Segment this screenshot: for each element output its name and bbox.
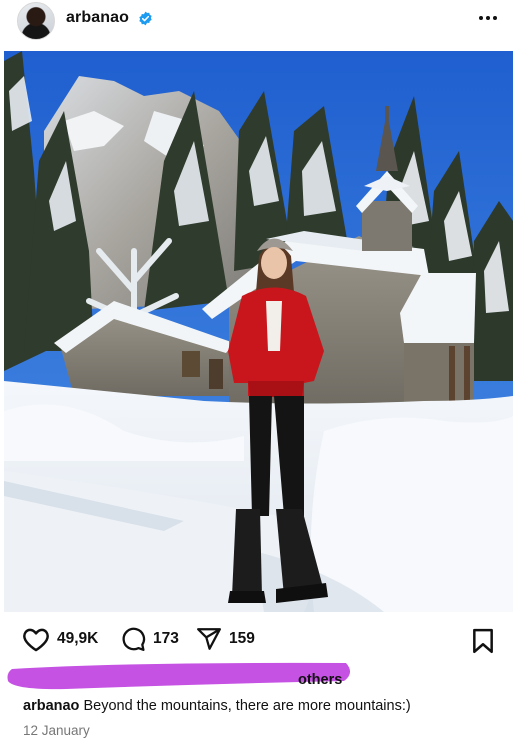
comment-button[interactable]: 173 — [120, 626, 179, 652]
comment-icon — [122, 627, 146, 651]
post-actions: 49,9K 173 159 — [0, 622, 523, 660]
share-button[interactable]: 159 — [196, 626, 255, 652]
caption-username[interactable]: arbanao — [23, 698, 79, 714]
likes-count: 49,9K — [57, 630, 99, 647]
post-photo[interactable] — [4, 51, 513, 612]
caption-text: Beyond the mountains, there are more mou… — [83, 698, 411, 714]
more-horizontal-icon — [479, 16, 483, 20]
post-caption: arbanao Beyond the mountains, there are … — [23, 698, 411, 714]
post-photo-image — [4, 51, 513, 612]
verified-badge-icon — [139, 11, 152, 26]
liked-by-others[interactable]: others — [298, 672, 342, 688]
shares-count: 159 — [229, 630, 255, 647]
comments-count: 173 — [153, 630, 179, 647]
heart-icon — [23, 628, 49, 652]
bookmark-icon[interactable] — [471, 628, 495, 654]
more-options-button[interactable] — [474, 8, 502, 28]
like-button[interactable]: 49,9K — [22, 626, 98, 652]
username[interactable]: arbanao — [66, 9, 129, 27]
send-icon — [197, 628, 221, 650]
post-date: 12 January — [23, 723, 90, 738]
avatar[interactable] — [17, 2, 55, 40]
post-header: arbanao — [0, 0, 523, 44]
